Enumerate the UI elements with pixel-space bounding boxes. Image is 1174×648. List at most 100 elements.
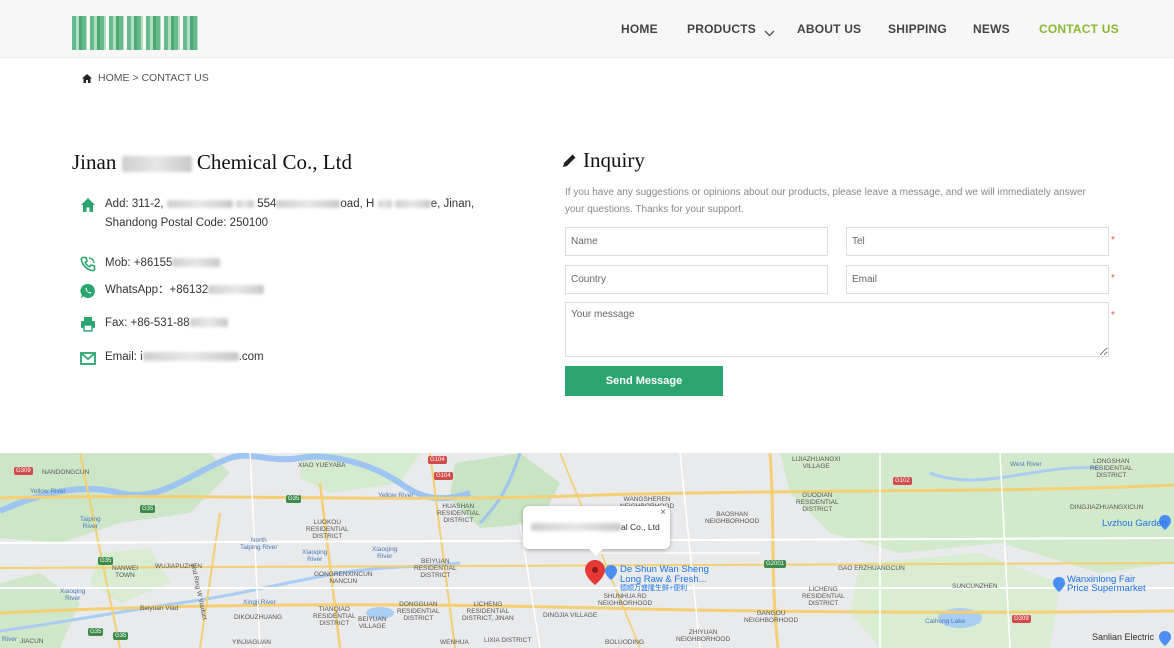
required-mark: * (1111, 310, 1115, 321)
map-label: Taiping River (80, 516, 101, 530)
printer-icon (81, 317, 95, 332)
map-label: DINGJIAZHUANGXICUN (1070, 504, 1144, 511)
email-input[interactable] (846, 265, 1109, 294)
map-label: XIAO YUEYABA (298, 462, 346, 469)
highway-shield: G2001 (764, 560, 787, 568)
country-input[interactable] (565, 265, 828, 294)
home-icon[interactable] (82, 73, 92, 83)
map-label: NANWEI TOWN (112, 565, 138, 579)
email-part-a[interactable]: Email: i (105, 351, 143, 363)
map-label: GONGRENXINCUN NANCUN (314, 571, 373, 585)
inquiry-description: If you have any suggestions or opinions … (565, 187, 1086, 215)
highway-shield: G35 (286, 495, 302, 503)
nav-item-shipping[interactable]: SHIPPING (888, 22, 947, 36)
map-label: SUNCUNZHEN (952, 583, 998, 590)
map-label: BEIYUAN RESIDENTIAL DISTRICT (414, 558, 457, 579)
whatsapp-icon (80, 283, 95, 298)
map-label: Xingji River (243, 599, 276, 606)
map-label: BAOSHAN NEIGHBORHOOD (705, 511, 760, 525)
send-message-button[interactable]: Send Message (565, 366, 723, 396)
close-icon[interactable]: × (660, 507, 666, 518)
map-label: SHUNHUA RD NEIGHBORHOOD (598, 593, 653, 607)
inquiry-heading: Inquiry (562, 148, 645, 173)
company-name: Jinan Chemical Co., Ltd (72, 150, 352, 175)
map-label: GAO ERZHUANGCUN (838, 565, 905, 572)
poi-label[interactable]: 德顺万盛隆生鲜+便利 (620, 584, 687, 594)
breadcrumb: HOME > CONTACT US (82, 72, 209, 84)
tel-input[interactable] (846, 227, 1109, 256)
company-name-start: Jinan (72, 150, 117, 174)
email-part-b[interactable]: .com (239, 351, 264, 363)
envelope-icon (80, 352, 96, 365)
popup-text: al Co., Ltd (621, 522, 660, 532)
highway-shield: G104 (428, 456, 447, 464)
redacted-text (189, 318, 228, 328)
nav-item-contact-us[interactable]: CONTACT US (1039, 22, 1119, 36)
fax-text: Fax: +86-531-88 (105, 317, 190, 329)
map-label: Yellow River (30, 488, 66, 495)
location-map[interactable]: G309 G104 G104 G35 G35 G35 G35 G102 G200… (0, 453, 1174, 648)
map-label: JIACUN (20, 638, 44, 645)
map-label: River (2, 636, 18, 643)
highway-shield: G35 (98, 557, 114, 565)
map-label: LIXIA DISTRICT (484, 637, 532, 644)
name-input[interactable] (565, 227, 828, 256)
map-label: BEIYUAN VILLAGE (358, 616, 387, 630)
highway-shield: G309 (14, 467, 33, 475)
map-label: LONGSHAN RESIDENTIAL DISTRICT (1090, 458, 1133, 479)
poi-label[interactable]: Sanlian Electric (1092, 632, 1154, 642)
highway-shield: G102 (893, 477, 912, 485)
map-label: LIJIAZHUANGXI VILLAGE (792, 456, 841, 470)
inquiry-title: Inquiry (583, 148, 645, 172)
poi-label[interactable]: Price Supermarket (1067, 584, 1146, 594)
breadcrumb-text[interactable]: HOME > CONTACT US (98, 72, 209, 84)
map-label: LICHENG RESIDENTIAL DISTRICT (802, 586, 845, 607)
nav-item-home[interactable]: HOME (621, 22, 658, 36)
map-label: Yellow River (378, 492, 414, 499)
highway-shield: G35 (140, 505, 156, 513)
redacted-text (377, 199, 392, 208)
poi-label[interactable]: Lvzhou Garden (1102, 519, 1167, 529)
redacted-text (142, 352, 239, 362)
redacted-text (236, 199, 255, 208)
phone-icon (80, 256, 96, 272)
pencil-icon (563, 154, 576, 167)
highway-shield: G35 (88, 628, 104, 636)
redacted-text (121, 156, 192, 173)
map-label: YINJIAGUAN (232, 639, 272, 646)
redacted-text (172, 258, 221, 268)
map-label: DONGGUAN RESIDENTIAL DISTRICT (397, 601, 440, 622)
map-label: TIANQIAO RESIDENTIAL DISTRICT (313, 606, 356, 627)
address-part-c: oad, H (340, 198, 375, 210)
highway-shield: G309 (1012, 615, 1031, 623)
map-label: West River (1010, 461, 1042, 468)
map-label: Xiaoqing River (302, 549, 328, 563)
site-header: HOME PRODUCTS ABOUT US SHIPPING NEWS CON… (0, 0, 1174, 58)
nav-item-about-us[interactable]: ABOUT US (797, 22, 861, 36)
redacted-text (276, 199, 341, 208)
map-label: LUOKOU RESIDENTIAL DISTRICT (306, 519, 349, 540)
whatsapp-text[interactable]: WhatsApp：+86132 (105, 284, 208, 296)
nav-item-products[interactable]: PRODUCTS (687, 22, 756, 36)
map-info-popup[interactable]: al Co., Ltd × (523, 506, 670, 556)
map-label: DIKOUZHUANG (234, 614, 283, 621)
map-label: North Taiping River (240, 537, 278, 551)
address-part-a: Add: 311-2, (105, 198, 164, 210)
address-line-2: Shandong Postal Code: 250100 (105, 217, 269, 229)
map-label: WENHUA (440, 639, 469, 646)
required-mark: * (1111, 273, 1115, 284)
message-textarea[interactable] (565, 302, 1109, 357)
map-label: LICHENG RESIDENTIAL DISTRICT, JINAN (462, 601, 514, 622)
nav-item-news[interactable]: NEWS (973, 22, 1010, 36)
highway-shield: G35 (113, 632, 129, 640)
map-label: DINGJIA VILLAGE (543, 612, 598, 619)
site-logo[interactable] (72, 16, 198, 50)
company-name-end: Chemical Co., Ltd (196, 150, 352, 174)
mobile-text[interactable]: Mob: +86155 (105, 257, 172, 269)
chevron-down-icon[interactable] (764, 30, 775, 37)
required-mark: * (1111, 235, 1115, 246)
map-label: BOLUODING (605, 639, 645, 646)
map-label: NANDONGCUN (42, 469, 90, 476)
address-part-b: 554 (257, 198, 277, 210)
map-label: Xiaoqing River (60, 588, 86, 602)
